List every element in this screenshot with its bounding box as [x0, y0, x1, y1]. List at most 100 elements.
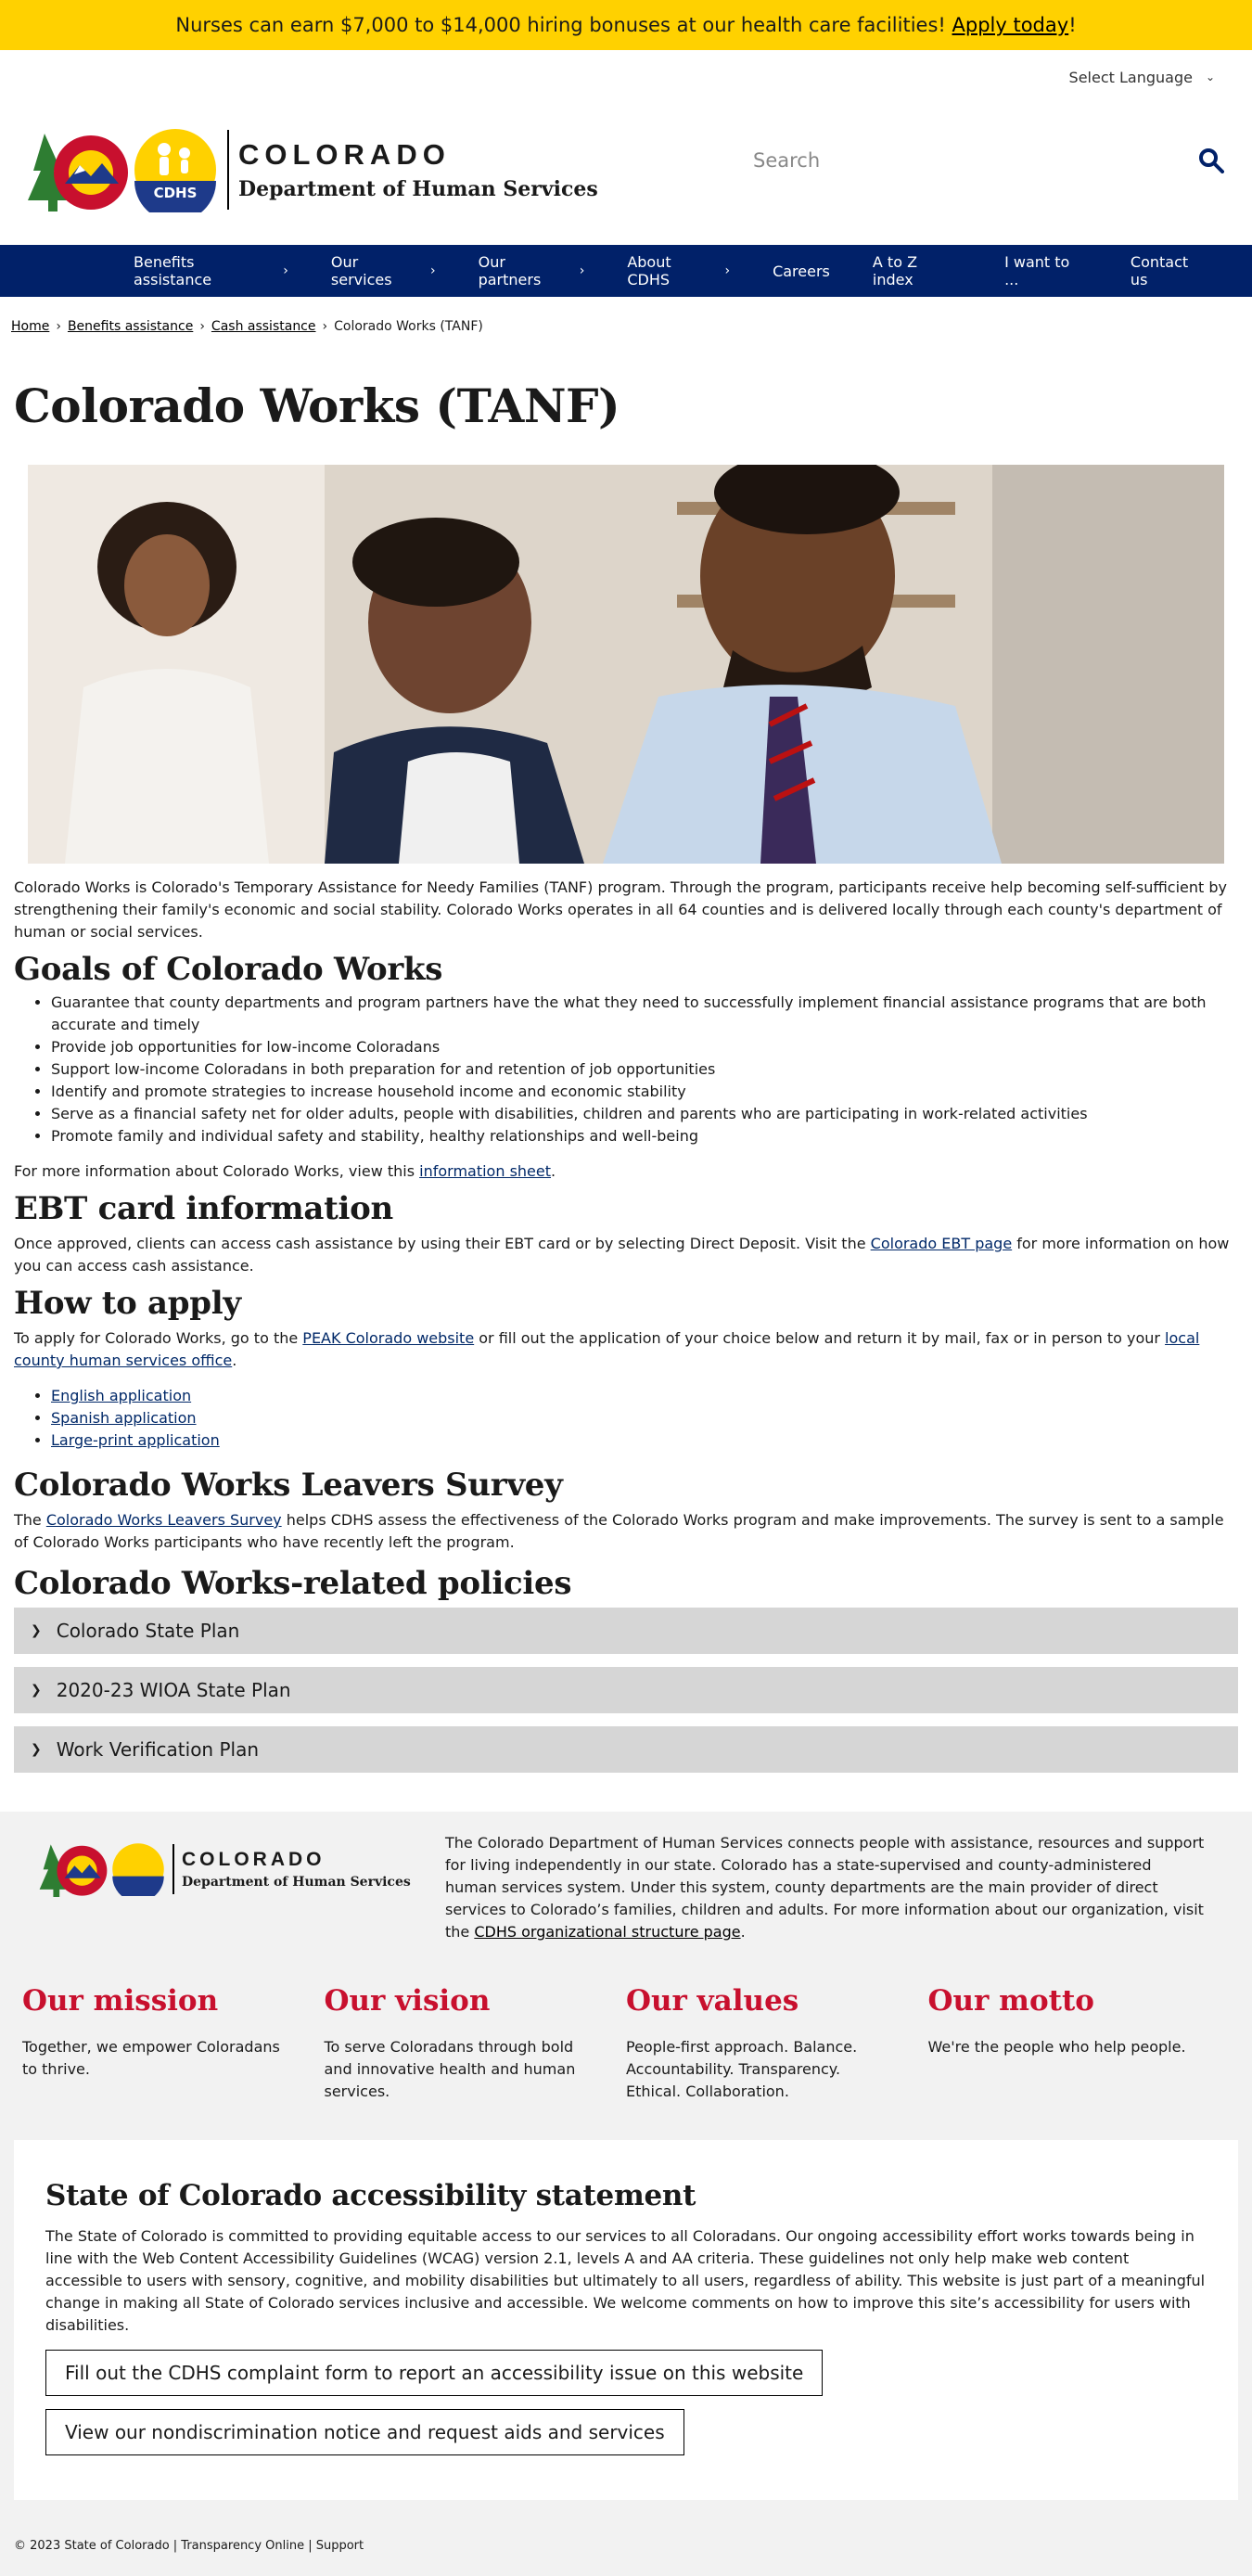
english-application-link[interactable]: English application: [51, 1387, 191, 1404]
breadcrumb-separator: ›: [322, 319, 328, 334]
mission-title: Our mission: [22, 1984, 219, 2018]
apply-heading: How to apply: [14, 1285, 241, 1322]
nav-item-a-to-z-index[interactable]: A to Z index: [873, 253, 962, 288]
language-selector[interactable]: Select Language ⌄: [0, 50, 1252, 95]
list-item: Identify and promote strategies to incre…: [51, 1081, 1238, 1103]
spanish-application-link[interactable]: Spanish application: [51, 1409, 197, 1427]
nav-label: Our partners: [478, 253, 542, 288]
list-item: English application: [51, 1385, 1238, 1407]
peak-colorado-link[interactable]: PEAK Colorado website: [302, 1329, 474, 1347]
complaint-form-button[interactable]: Fill out the CDHS complaint form to repo…: [45, 2350, 824, 2396]
chevron-down-icon: ❯: [31, 1742, 42, 1757]
accordion-wioa-state-plan[interactable]: ❯ 2020-23 WIOA State Plan: [14, 1667, 1238, 1713]
apply-text-1: To apply for Colorado Works, go to the: [14, 1329, 303, 1347]
apply-today-link[interactable]: Apply today: [952, 14, 1069, 36]
bottom-bar: © 2023 State of Colorado | Transparency …: [0, 2528, 1252, 2576]
alert-text: Nurses can earn $7,000 to $14,000 hiring…: [175, 14, 946, 36]
main-content: Colorado Works is Colorado's Temporary A…: [0, 877, 1252, 1773]
nav-item-contact-us[interactable]: Contact us: [1131, 253, 1209, 288]
site-header: CDHS COLORADO Department of Human Servic…: [0, 95, 1252, 245]
footer-logo-subtitle: Department of Human Services: [182, 1875, 411, 1890]
list-item: Promote family and individual safety and…: [51, 1125, 1238, 1147]
main-nav: Benefits assistance › Our services › Our p…: [0, 245, 1252, 297]
more-info-prefix: For more information about Colorado Work…: [14, 1162, 420, 1180]
applications-list: English application Spanish application …: [14, 1385, 1238, 1452]
search-box: [751, 128, 1224, 193]
list-item: Support low-income Coloradans in both pr…: [51, 1058, 1238, 1081]
accordion-work-verification-plan[interactable]: ❯ Work Verification Plan: [14, 1726, 1238, 1773]
apply-text-2: or fill out the application of your choi…: [474, 1329, 1166, 1347]
org-structure-link[interactable]: CDHS organizational structure page: [474, 1923, 740, 1941]
search-icon[interactable]: [1198, 147, 1224, 173]
hero-image: [28, 465, 1224, 864]
list-item: Guarantee that county departments and pr…: [51, 992, 1238, 1036]
nav-item-about-cdhs[interactable]: About CDHS ›: [627, 253, 730, 288]
accordion-colorado-state-plan[interactable]: ❯ Colorado State Plan: [14, 1608, 1238, 1654]
breadcrumb-home[interactable]: Home: [11, 319, 49, 334]
goals-heading: Goals of Colorado Works: [14, 951, 443, 988]
alert-suffix: !: [1068, 14, 1077, 36]
footer-logo[interactable]: COLORADO Department of Human Services: [22, 1832, 445, 1906]
nav-label: About CDHS: [627, 253, 671, 288]
accessibility-heading: State of Colorado accessibility statemen…: [45, 2179, 696, 2212]
motto-title: Our motto: [927, 1984, 1094, 2018]
breadcrumb: Home › Benefits assistance › Cash assistan…: [0, 297, 1252, 334]
nav-label: Careers: [773, 262, 830, 280]
nav-item-careers[interactable]: Careers: [773, 263, 830, 280]
footer-description: The Colorado Department of Human Service…: [445, 1832, 1206, 1943]
vision-column: Our vision To serve Coloradans through bo…: [325, 1984, 627, 2103]
nav-label: Contact us: [1130, 253, 1189, 288]
colorado-flag-icon: [28, 133, 128, 211]
chevron-right-icon: ›: [429, 263, 436, 278]
chevron-down-icon: ❯: [31, 1683, 42, 1698]
breadcrumb-separator: ›: [199, 319, 205, 334]
nav-item-our-partners[interactable]: Our partners ›: [479, 253, 585, 288]
search-input[interactable]: [751, 148, 1144, 173]
accordion-label: 2020-23 WIOA State Plan: [56, 1679, 291, 1701]
leavers-survey-link[interactable]: Colorado Works Leavers Survey: [46, 1511, 282, 1529]
language-label: Select Language: [1068, 68, 1193, 86]
breadcrumb-current: Colorado Works (TANF): [334, 319, 483, 334]
nondiscrimination-button[interactable]: View our nondiscrimination notice and re…: [45, 2409, 684, 2455]
chevron-down-icon: ⌄: [1205, 70, 1215, 83]
values-text: People-first approach. Balance. Accounta…: [626, 2038, 858, 2100]
ebt-text: Once approved, clients can access cash a…: [14, 1233, 1238, 1277]
colorado-ebt-link[interactable]: Colorado EBT page: [871, 1235, 1013, 1252]
logo-divider: [172, 1844, 174, 1894]
nav-label: A to Z index: [872, 253, 918, 288]
vision-title: Our vision: [324, 1984, 491, 2018]
apply-text: To apply for Colorado Works, go to the P…: [14, 1327, 1238, 1372]
list-item: Large-print application: [51, 1429, 1238, 1452]
accessibility-text: The State of Colorado is committed to pr…: [45, 2227, 1206, 2334]
nav-item-our-services[interactable]: Our services ›: [331, 253, 436, 288]
survey-text: The Colorado Works Leavers Survey helps …: [14, 1509, 1238, 1554]
list-item: Spanish application: [51, 1407, 1238, 1429]
nav-label: Benefits assistance: [134, 253, 212, 288]
logo-divider: [227, 130, 229, 210]
cdhs-logo[interactable]: CDHS COLORADO Department of Human Servic…: [26, 126, 598, 214]
information-sheet-link[interactable]: information sheet: [419, 1162, 551, 1180]
motto-column: Our motto We're the people who help peopl…: [928, 1984, 1231, 2103]
footer-desc-suffix: .: [740, 1923, 746, 1941]
nav-item-i-want-to[interactable]: I want to ...: [1004, 253, 1088, 288]
ebt-prefix: Once approved, clients can access cash a…: [14, 1235, 871, 1252]
large-print-application-link[interactable]: Large-print application: [51, 1431, 220, 1449]
nav-item-benefits-assistance[interactable]: Benefits assistance ›: [134, 253, 288, 288]
page-title: Colorado Works (TANF): [14, 378, 620, 433]
chevron-right-icon: ›: [283, 263, 288, 278]
list-item: Provide job opportunities for low-income…: [51, 1036, 1238, 1058]
policies-heading: Colorado Works-related policies: [14, 1565, 572, 1602]
survey-prefix: The: [14, 1511, 46, 1529]
chevron-right-icon: ›: [579, 263, 585, 278]
vision-text: To serve Coloradans through bold and inn…: [324, 2038, 576, 2100]
values-title: Our values: [626, 1984, 799, 2018]
more-info-suffix: .: [551, 1162, 556, 1180]
survey-heading: Colorado Works Leavers Survey: [14, 1467, 563, 1504]
breadcrumb-benefits[interactable]: Benefits assistance: [68, 319, 193, 334]
nav-label: I want to ...: [1004, 253, 1070, 288]
list-item: Serve as a financial safety net for olde…: [51, 1103, 1238, 1125]
breadcrumb-cash[interactable]: Cash assistance: [211, 319, 316, 334]
mission-column: Our mission Together, we empower Colorada…: [22, 1984, 325, 2103]
values-column: Our values People-first approach. Balance…: [626, 1984, 928, 2103]
chevron-right-icon: ›: [724, 263, 731, 278]
